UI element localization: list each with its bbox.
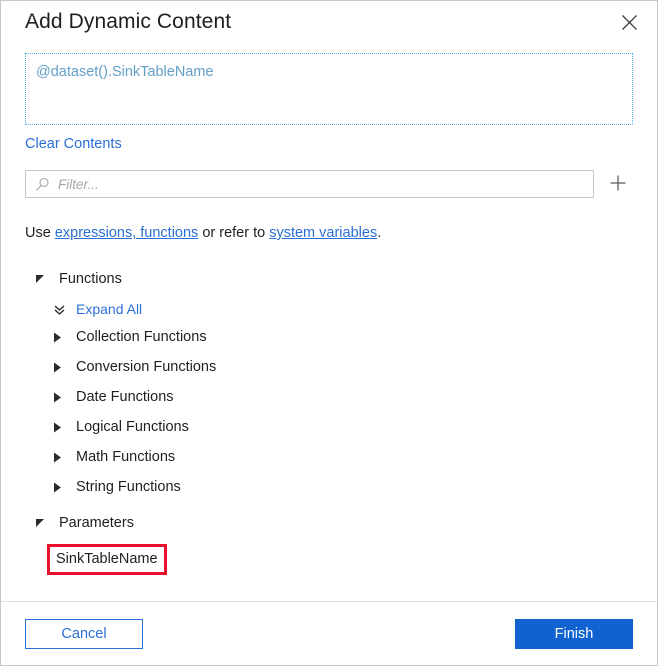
tree-item-label: Collection Functions bbox=[76, 329, 207, 345]
parameter-item-label: SinkTableName bbox=[56, 551, 158, 567]
tree-group-functions-label: Functions bbox=[59, 271, 122, 287]
dialog-footer: Cancel Finish bbox=[1, 601, 657, 665]
tree-item-math-functions[interactable]: Math Functions bbox=[53, 442, 633, 472]
chevron-double-down-icon bbox=[53, 303, 66, 316]
tree-item-logical-functions[interactable]: Logical Functions bbox=[53, 412, 633, 442]
triangle-right-icon bbox=[53, 362, 63, 373]
tree-group-parameters[interactable]: Parameters bbox=[25, 510, 633, 536]
filter-row bbox=[25, 169, 633, 199]
help-suffix: . bbox=[377, 225, 382, 241]
triangle-right-icon bbox=[53, 332, 63, 343]
search-icon bbox=[35, 177, 50, 192]
triangle-down-icon bbox=[35, 274, 47, 284]
parameter-item-container: SinkTableName bbox=[47, 544, 167, 575]
tree-item-date-functions[interactable]: Date Functions bbox=[53, 382, 633, 412]
dialog-header: Add Dynamic Content bbox=[1, 1, 657, 47]
expressions-functions-link[interactable]: expressions, functions bbox=[55, 225, 198, 241]
parameter-item-sinktablename[interactable]: SinkTableName bbox=[47, 544, 167, 575]
triangle-right-icon bbox=[53, 452, 63, 463]
add-button[interactable] bbox=[603, 169, 633, 199]
help-text: Use expressions, functions or refer to s… bbox=[25, 224, 633, 242]
tree-group-parameters-label: Parameters bbox=[59, 515, 134, 531]
cancel-button[interactable]: Cancel bbox=[25, 618, 143, 649]
system-variables-link[interactable]: system variables bbox=[269, 225, 377, 241]
tree-item-label: Conversion Functions bbox=[76, 359, 217, 375]
page-title: Add Dynamic Content bbox=[25, 10, 232, 33]
clear-contents-link[interactable]: Clear Contents bbox=[25, 136, 122, 152]
tree-item-label: Math Functions bbox=[76, 449, 176, 465]
finish-button[interactable]: Finish bbox=[515, 618, 633, 649]
triangle-right-icon bbox=[53, 482, 63, 493]
add-dynamic-content-dialog: Add Dynamic Content @dataset().SinkTable… bbox=[0, 0, 658, 666]
tree-group-functions[interactable]: Functions bbox=[25, 266, 633, 292]
help-middle: or refer to bbox=[198, 225, 270, 241]
dialog-body: @dataset().SinkTableName Clear Contents bbox=[1, 47, 657, 601]
tree-item-label: Logical Functions bbox=[76, 419, 189, 435]
tree-item-string-functions[interactable]: String Functions bbox=[53, 472, 633, 502]
tree-item-collection-functions[interactable]: Collection Functions bbox=[53, 322, 633, 352]
close-button[interactable] bbox=[609, 5, 649, 39]
filter-input-wrapper[interactable] bbox=[25, 170, 595, 198]
tree-item-conversion-functions[interactable]: Conversion Functions bbox=[53, 352, 633, 382]
search-input[interactable] bbox=[56, 171, 580, 197]
expand-all-label: Expand All bbox=[76, 301, 143, 317]
tree-item-label: Date Functions bbox=[76, 389, 174, 405]
help-prefix: Use bbox=[25, 225, 55, 241]
tree-item-label: String Functions bbox=[76, 479, 181, 495]
plus-icon bbox=[608, 173, 628, 196]
close-icon bbox=[621, 14, 638, 31]
expression-editor[interactable]: @dataset().SinkTableName bbox=[25, 53, 633, 125]
expand-all-button[interactable]: Expand All bbox=[53, 296, 142, 322]
expression-value: @dataset().SinkTableName bbox=[36, 64, 214, 80]
content-tree: Functions Expand All Collection Function… bbox=[25, 266, 633, 575]
triangle-down-icon bbox=[35, 518, 47, 528]
triangle-right-icon bbox=[53, 392, 63, 403]
triangle-right-icon bbox=[53, 422, 63, 433]
